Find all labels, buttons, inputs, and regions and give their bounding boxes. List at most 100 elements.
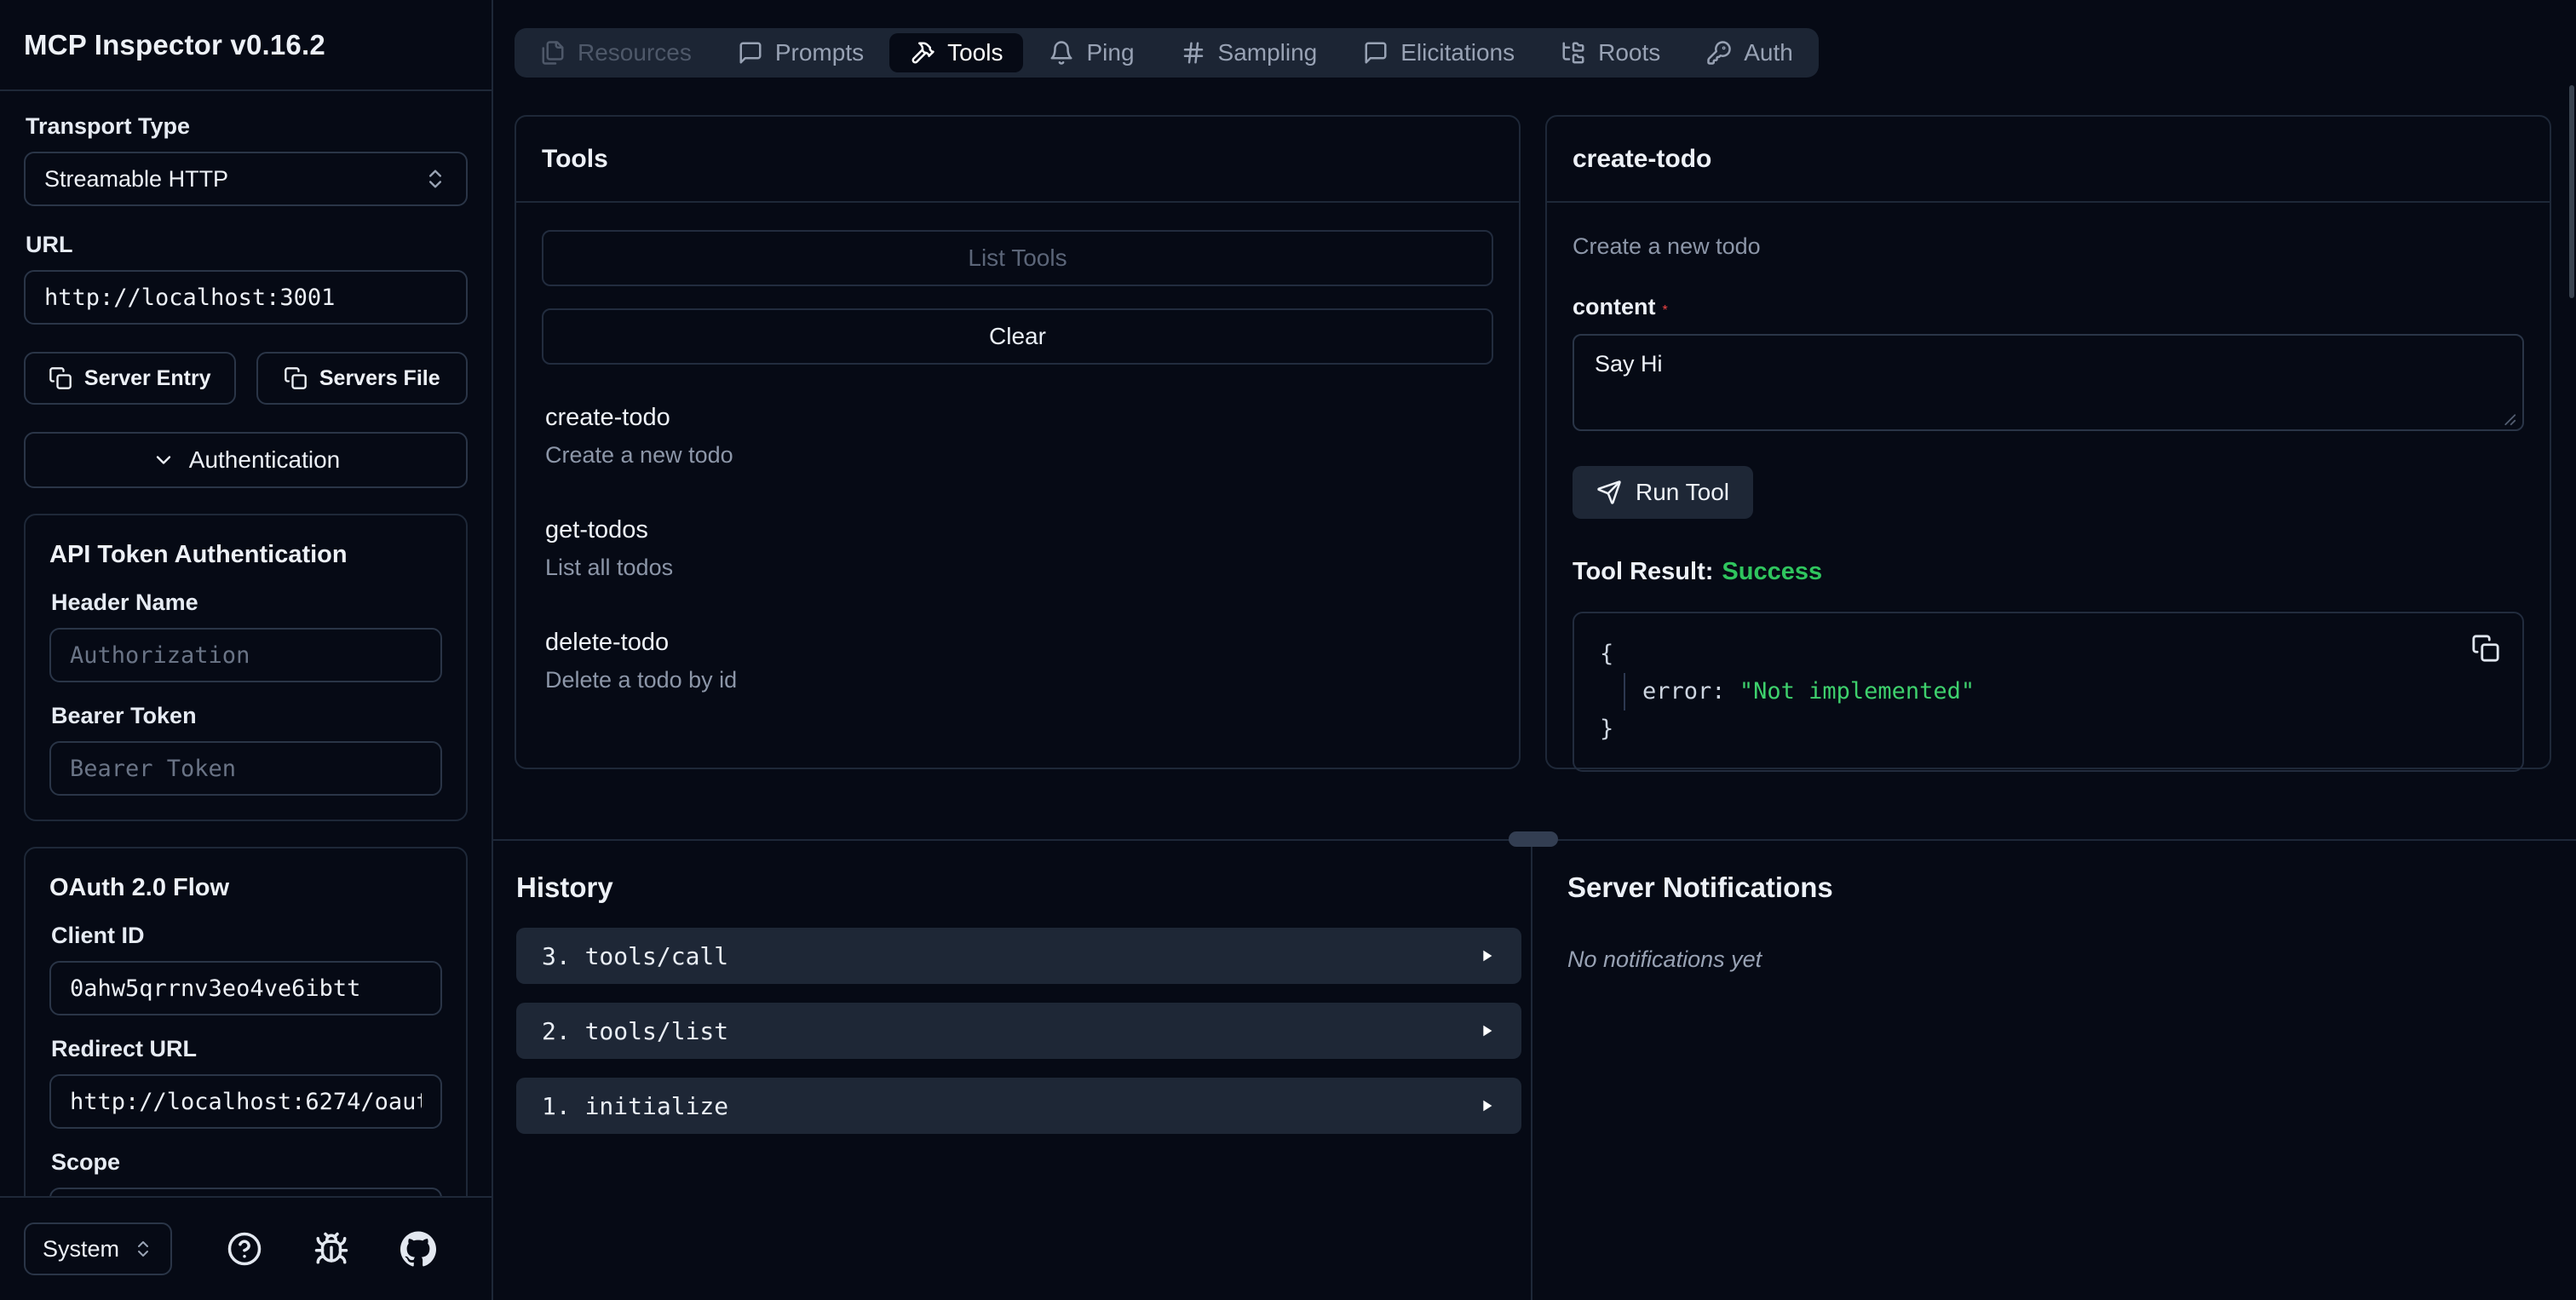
files-icon xyxy=(542,41,564,65)
tool-name: get-todos xyxy=(545,516,648,544)
tool-list: create-todo Create a new todo get-todos … xyxy=(542,404,1493,693)
server-notifications-panel: Server Notifications No notifications ye… xyxy=(1532,841,2576,1300)
bearer-token-input[interactable] xyxy=(49,741,442,796)
app-title: MCP Inspector v0.16.2 xyxy=(24,28,325,60)
chevrons-up-down-icon xyxy=(429,170,441,188)
url-label: URL xyxy=(26,232,73,257)
content-field-label-row: content * xyxy=(1573,294,2524,320)
help-circle-icon xyxy=(227,1232,262,1266)
tool-list-item-delete-todo[interactable]: delete-todo Delete a todo by id xyxy=(545,629,1490,693)
scope-input[interactable] xyxy=(49,1188,442,1196)
tab-label: Tools xyxy=(947,39,1003,66)
tab-prompts[interactable]: Prompts xyxy=(717,33,884,72)
tab-auth[interactable]: Auth xyxy=(1686,33,1814,72)
tool-name: delete-todo xyxy=(545,629,670,656)
json-body: error: "Not implemented" xyxy=(1624,673,2497,710)
expand-arrow-icon xyxy=(1483,950,1492,962)
history-item-label: 3. tools/call xyxy=(542,941,729,970)
tab-label: Auth xyxy=(1744,39,1793,66)
expand-arrow-icon xyxy=(1483,1100,1492,1112)
server-entry-button[interactable]: Server Entry xyxy=(24,352,236,405)
tools-panel-title: Tools xyxy=(516,117,1519,203)
tab-resources[interactable]: Resources xyxy=(520,33,712,72)
api-token-title: API Token Authentication xyxy=(49,541,348,568)
tab-label: Elicitations xyxy=(1400,39,1515,66)
expand-arrow-icon xyxy=(1483,1025,1492,1037)
sidebar-content: Transport Type Streamable HTTP URL Serve… xyxy=(0,91,492,1196)
page-scrollbar[interactable] xyxy=(2569,85,2574,298)
json-key[interactable]: error: xyxy=(1642,678,1726,705)
authentication-toggle[interactable]: Authentication xyxy=(24,432,468,488)
history-item-initialize[interactable]: 1. initialize xyxy=(516,1078,1521,1134)
redirect-url-input[interactable] xyxy=(49,1074,442,1129)
tab-bar: Resources Prompts Tools Ping Sampling El… xyxy=(515,28,1819,78)
tool-list-item-create-todo[interactable]: create-todo Create a new todo xyxy=(545,404,1490,469)
transport-type-select[interactable]: Streamable HTTP xyxy=(24,152,468,206)
tab-tools[interactable]: Tools xyxy=(889,33,1024,72)
main-area: Resources Prompts Tools Ping Sampling El… xyxy=(493,0,2576,1300)
history-panel: History 3. tools/call 2. tools/list 1. i… xyxy=(493,841,1532,1300)
history-title: History xyxy=(516,871,613,903)
tab-label: Prompts xyxy=(774,39,865,66)
servers-file-label: Servers File xyxy=(319,365,440,390)
bearer-token-label: Bearer Token xyxy=(51,703,197,728)
sidebar: MCP Inspector v0.16.2 Transport Type Str… xyxy=(0,0,493,1300)
url-input[interactable] xyxy=(24,270,468,325)
tab-ping[interactable]: Ping xyxy=(1028,33,1154,72)
top-panels: Tools List Tools Clear create-todo Creat… xyxy=(515,115,2551,772)
help-button[interactable] xyxy=(227,1231,262,1267)
json-close-brace: } xyxy=(1600,716,1614,742)
json-open-brace: { xyxy=(1600,641,1614,667)
tab-label: Sampling xyxy=(1217,39,1318,66)
tab-elicitations[interactable]: Elicitations xyxy=(1343,33,1535,72)
history-item-tools-list[interactable]: 2. tools/list xyxy=(516,1003,1521,1059)
scope-label: Scope xyxy=(51,1149,121,1175)
api-token-card: API Token Authentication Header Name Bea… xyxy=(24,514,468,821)
chevron-down-icon xyxy=(156,456,170,464)
theme-select[interactable]: System xyxy=(24,1222,173,1275)
list-tools-button[interactable]: List Tools xyxy=(542,230,1493,286)
tools-panel-body: List Tools Clear create-todo Create a ne… xyxy=(516,203,1519,768)
content-textarea[interactable]: Say Hi xyxy=(1573,334,2524,431)
hash-icon xyxy=(1183,42,1203,64)
split-drag-handle[interactable] xyxy=(1509,831,1558,847)
resize-grip-icon[interactable] xyxy=(2498,408,2517,427)
server-entry-label: Server Entry xyxy=(83,365,211,390)
clear-tools-button[interactable]: Clear xyxy=(542,308,1493,365)
history-item-label: 1. initialize xyxy=(542,1091,729,1120)
required-asterisk: * xyxy=(1662,303,1668,318)
servers-file-button[interactable]: Servers File xyxy=(256,352,468,405)
tool-result-line: Tool Result: Success xyxy=(1573,558,2524,586)
copy-result-button[interactable] xyxy=(2471,634,2500,663)
tab-sampling[interactable]: Sampling xyxy=(1160,33,1338,72)
github-button[interactable] xyxy=(400,1231,437,1267)
transport-type-label: Transport Type xyxy=(26,113,191,139)
main-top: Resources Prompts Tools Ping Sampling El… xyxy=(493,0,2576,839)
bug-report-button[interactable] xyxy=(313,1231,349,1267)
tool-list-item-get-todos[interactable]: get-todos List all todos xyxy=(545,516,1490,581)
history-item-tools-call[interactable]: 3. tools/call xyxy=(516,928,1521,984)
run-tool-button[interactable]: Run Tool xyxy=(1573,466,1754,519)
tab-label: Resources xyxy=(578,39,692,66)
message-square-icon xyxy=(739,42,762,64)
client-id-input[interactable] xyxy=(49,961,442,1015)
tool-name: create-todo xyxy=(545,404,670,431)
message-square-icon xyxy=(1365,42,1387,64)
content-label: content xyxy=(1573,294,1656,319)
send-icon xyxy=(1597,480,1621,504)
notifications-empty-message: No notifications yet xyxy=(1567,946,1762,972)
copy-icon xyxy=(2472,635,2499,662)
hammer-icon xyxy=(911,42,934,64)
header-name-input[interactable] xyxy=(49,628,442,682)
tool-description: Delete a todo by id xyxy=(545,667,738,693)
oauth-title: OAuth 2.0 Flow xyxy=(49,874,230,901)
main-bottom: History 3. tools/call 2. tools/list 1. i… xyxy=(493,841,2576,1300)
tool-result-status: Success xyxy=(1722,558,1823,585)
content-field-wrapper: Say Hi xyxy=(1573,334,2524,435)
tab-label: Ping xyxy=(1086,39,1135,66)
tab-roots[interactable]: Roots xyxy=(1540,33,1681,72)
transport-type-value: Streamable HTTP xyxy=(44,165,229,192)
history-list: 3. tools/call 2. tools/list 1. initializ… xyxy=(516,928,1521,1134)
tool-detail-panel: create-todo Create a new todo content * S… xyxy=(1545,115,2551,772)
bell-icon xyxy=(1050,41,1072,65)
